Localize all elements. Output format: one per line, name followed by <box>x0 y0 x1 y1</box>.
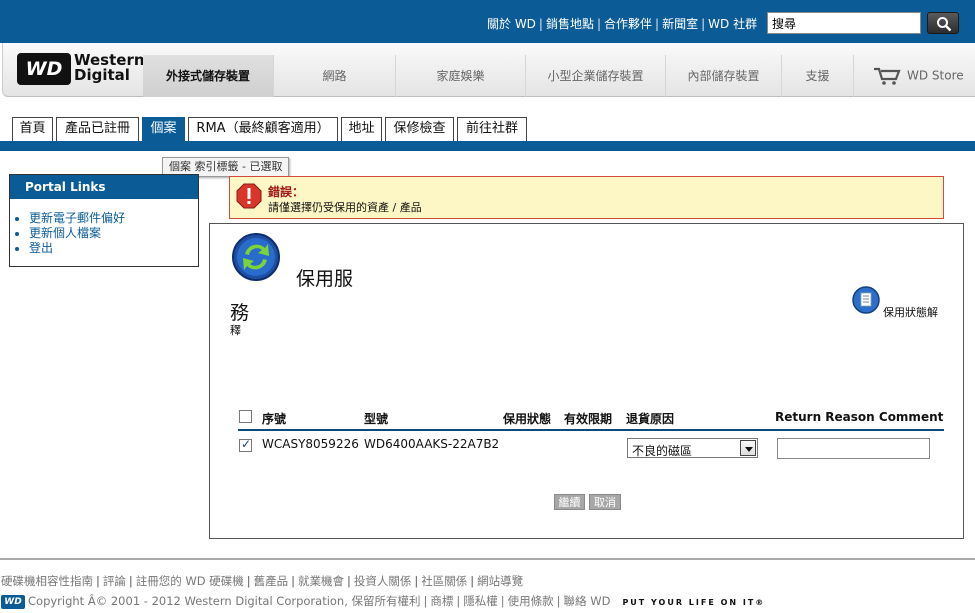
row-model: WD6400AAKS-22A7B2 <box>364 437 500 451</box>
tab-community[interactable]: 前往社群 <box>457 117 527 141</box>
link-about-wd[interactable]: 關於 WD <box>487 17 536 31</box>
error-message-box: 錯誤： 請僅選擇仍受保用的資產 / 產品 <box>229 176 944 219</box>
wd-mini-logo: WD <box>1 594 25 609</box>
warranty-status-help-link[interactable]: 保用狀態解 <box>850 286 950 320</box>
footer-link-reviews[interactable]: 評論 <box>103 574 126 588</box>
link-newsroom[interactable]: 新聞室 <box>662 17 698 31</box>
row-checkbox[interactable] <box>239 437 252 452</box>
panel-title-line1: 保用服 <box>296 268 354 290</box>
link-partners[interactable]: 合作夥伴 <box>604 17 652 31</box>
table-row: WCASY8059226 WD6400AAKS-22A7B2 不良的磁區 <box>238 434 944 462</box>
refresh-icon <box>232 233 280 281</box>
col-return-reason-comment: Return Reason Comment <box>775 410 944 424</box>
col-warranty-status: 保用狀態 <box>503 412 552 426</box>
footer-link-privacy[interactable]: 隱私權 <box>463 594 498 608</box>
nav-divider <box>853 55 854 97</box>
top-links: 關於 WD | 銷售地點 | 合作夥伴 | 新聞室 | WD 社群 <box>487 17 758 31</box>
document-icon <box>852 286 880 314</box>
search-button[interactable] <box>927 12 959 34</box>
nav-internal-storage[interactable]: 內部儲存裝置 <box>665 55 781 97</box>
logo-mark: WD <box>17 53 71 85</box>
footer-link-community-relations[interactable]: 社區關係 <box>421 574 467 588</box>
footer-link-legacy[interactable]: 舊產品 <box>254 574 289 588</box>
footer-link-register[interactable]: 註冊您的 WD 硬碟機 <box>136 574 244 588</box>
portal-link-logout[interactable]: 登出 <box>29 241 198 256</box>
footer-link-contact[interactable]: 聯絡 WD <box>564 594 611 608</box>
portal-links-list: 更新電子郵件偏好 更新個人檔案 登出 <box>29 211 198 256</box>
nav-small-business[interactable]: 小型企業儲存裝置 <box>525 55 665 97</box>
footer-link-terms[interactable]: 使用條款 <box>508 594 554 608</box>
col-return-reason: 退貨原因 <box>626 412 675 426</box>
nav-network[interactable]: 網路 <box>273 55 395 97</box>
nav-support[interactable]: 支援 <box>781 55 853 97</box>
link-wd-community[interactable]: WD 社群 <box>708 17 757 31</box>
cart-icon <box>874 67 901 85</box>
return-reason-comment-input[interactable] <box>777 438 930 459</box>
warranty-service-panel: 保用服 務 釋 保用狀態解 序號 型號 保用狀態 有效限期 退貨原因 Retur… <box>209 223 964 539</box>
link-where-to-buy[interactable]: 銷售地點 <box>546 17 594 31</box>
search-icon <box>937 17 952 32</box>
portal-link-email-preferences[interactable]: 更新電子郵件偏好 <box>29 211 198 226</box>
table-header: 序號 型號 保用狀態 有效限期 退貨原因 Return Reason Comme… <box>238 407 944 431</box>
footer-link-careers[interactable]: 就業機會 <box>298 574 344 588</box>
tagline: PUT YOUR LIFE ON IT® <box>622 598 766 607</box>
footer-copyright-row: WD Copyright Â© 2001 - 2012 Western Digit… <box>1 593 765 609</box>
copyright-text: Copyright Â© 2001 - 2012 Western Digital… <box>28 594 421 608</box>
col-serial: 序號 <box>262 412 287 426</box>
tab-registered-products[interactable]: 產品已註冊 <box>56 117 139 141</box>
tab-home[interactable]: 首頁 <box>12 117 53 141</box>
tab-underline <box>0 141 975 151</box>
logo-text: Western Digital <box>74 51 145 84</box>
footer-links: 硬碟機相容性指南 | 評論 | 註冊您的 WD 硬碟機 | 舊產品 | 就業機會 | 投資人關係 | 社… <box>1 574 524 588</box>
row-serial: WCASY8059226 <box>262 437 359 451</box>
cancel-button[interactable]: 取消 <box>589 494 621 510</box>
footer-link-sitemap[interactable]: 網站導覽 <box>477 574 523 588</box>
error-text: 請僅選擇仍受保用的資產 / 產品 <box>268 201 422 214</box>
error-title: 錯誤： <box>268 185 305 199</box>
nav-home-entertainment[interactable]: 家庭娛樂 <box>395 55 525 97</box>
search-input[interactable] <box>767 12 921 34</box>
portal-link-update-profile[interactable]: 更新個人檔案 <box>29 226 198 241</box>
tab-rma[interactable]: RMA（最終顧客適用） <box>188 117 338 141</box>
nav-external-storage[interactable]: 外接式儲存裝置 <box>143 55 273 97</box>
top-bar: 關於 WD | 銷售地點 | 合作夥伴 | 新聞室 | WD 社群 <box>0 0 975 43</box>
panel-title-line2: 務 <box>230 302 250 324</box>
wd-store-link[interactable]: WD Store <box>873 67 964 85</box>
footer-link-investors[interactable]: 投資人關係 <box>354 574 412 588</box>
footer-link-trademarks[interactable]: 商標 <box>430 594 453 608</box>
chevron-down-icon[interactable] <box>740 440 756 456</box>
tab-cases[interactable]: 個案 <box>142 117 185 141</box>
panel-title-line3: 釋 <box>230 324 241 337</box>
tab-warranty-check[interactable]: 保修檢查 <box>385 117 454 141</box>
footer-divider <box>0 558 975 560</box>
col-expiry: 有效限期 <box>564 412 613 426</box>
return-reason-select[interactable]: 不良的磁區 <box>627 438 758 458</box>
footer-link-compatibility[interactable]: 硬碟機相容性指南 <box>1 574 93 588</box>
main-nav: WD Western Digital 外接式儲存裝置 網路 家庭娛樂 小型企業儲存… <box>2 43 975 97</box>
col-model: 型號 <box>364 412 389 426</box>
stop-icon <box>236 183 262 209</box>
portal-links-box: Portal Links 更新電子郵件偏好 更新個人檔案 登出 <box>9 174 199 267</box>
continue-button[interactable]: 繼續 <box>554 494 585 510</box>
wd-logo[interactable]: WD Western Digital <box>17 53 145 87</box>
select-all-checkbox[interactable] <box>239 410 252 423</box>
tab-address[interactable]: 地址 <box>341 117 382 141</box>
portal-links-title: Portal Links <box>10 175 198 199</box>
warranty-status-help-label: 保用狀態解 <box>883 306 938 319</box>
